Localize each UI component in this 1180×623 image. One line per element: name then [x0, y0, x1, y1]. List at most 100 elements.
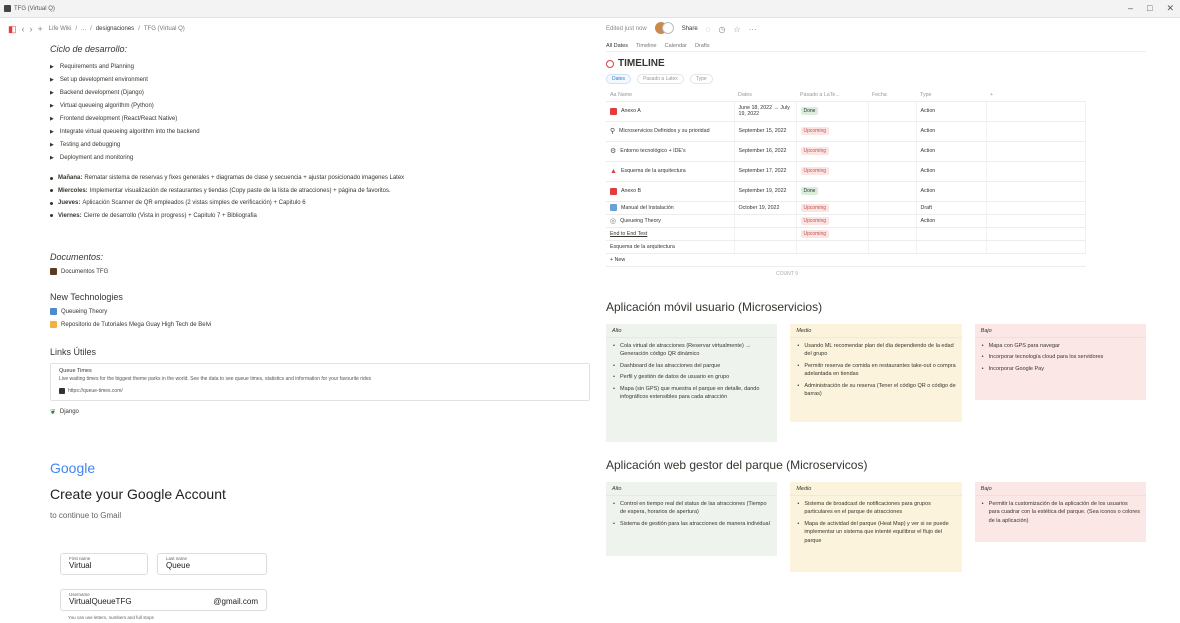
status-badge: Done — [800, 187, 819, 195]
window-controls: – □ ✕ — [1128, 3, 1174, 14]
bookmark-desc: Live waiting times for the biggest theme… — [59, 376, 372, 382]
add-icon[interactable]: + — [38, 24, 43, 34]
toggle-item[interactable]: ▶ Backend development (Django) — [50, 86, 590, 99]
timeline-title: TIMELINE — [606, 58, 1146, 69]
priority-column-alto: Alto Cola virtual de atracciones (Reserv… — [606, 323, 778, 442]
table-row[interactable]: End to End Test Upcoming — [606, 227, 1086, 241]
breadcrumb-item[interactable]: TFG (Virtual Q) — [144, 26, 185, 32]
count-label: COUNT 9 — [776, 270, 798, 277]
list-item: Mapa con GPS para navegar — [981, 342, 1140, 351]
status-badge: Upcoming — [800, 216, 830, 225]
first-name-field[interactable]: First name Virtual — [60, 553, 148, 575]
status-badge: Upcoming — [800, 167, 830, 175]
bookmark-url: https://queue-times.com/ — [68, 388, 123, 394]
toggle-triangle-icon[interactable]: ▶ — [50, 142, 54, 148]
tab-timeline[interactable]: Timeline — [636, 43, 657, 49]
filter-dates[interactable]: Dates — [606, 74, 632, 84]
table-row[interactable]: Anexo A June 18, 2022 → July 19, 2022 Done… — [606, 101, 1086, 122]
table-row[interactable]: Anexo B September 19, 2022 Done Action — [606, 181, 1086, 202]
filter-latex[interactable]: Pasado a Latex — [637, 74, 684, 84]
list-item: Incorporar Google Pay — [981, 365, 1140, 374]
document-icon — [610, 204, 617, 211]
warning-triangle-icon: ▲ — [610, 167, 617, 175]
tab-calendar[interactable]: Calendar — [665, 43, 687, 49]
close-button[interactable]: ✕ — [1166, 3, 1174, 14]
list-item: Viernes: Cierre de desarrollo (Vista in p… — [50, 210, 590, 223]
minimize-button[interactable]: – — [1128, 3, 1133, 14]
gmail-domain: @gmail.com — [213, 597, 258, 606]
tab-drafts[interactable]: Drafts — [695, 43, 710, 49]
toggle-triangle-icon[interactable]: ▶ — [50, 103, 54, 109]
breadcrumb-item[interactable]: ... — [81, 26, 86, 32]
tutorials-repo-link[interactable]: Repositorio de Tutoriales Mega Guay High… — [50, 318, 590, 331]
toggle-item[interactable]: ▶ Testing and debugging — [50, 138, 590, 151]
google-subtitle: to continue to Gmail — [50, 511, 122, 520]
list-item: Miercoles: Implementar visualización de r… — [50, 185, 590, 198]
circle-icon: ◎ — [610, 217, 617, 225]
documentos-link[interactable]: Documentos TFG — [50, 265, 590, 278]
col-name[interactable]: Aa Name — [606, 89, 734, 102]
queueing-theory-link[interactable]: Queueing Theory — [50, 305, 590, 318]
person-icon — [50, 308, 57, 315]
window-title: TFG (Virtual Q) — [14, 5, 55, 12]
breadcrumb-item[interactable]: designaciones — [96, 26, 134, 32]
view-tabs: All Dates Timeline Calendar Drafts — [606, 40, 1146, 52]
table-row[interactable]: ⚙ Entorno tecnológico + IDE's September 16… — [606, 141, 1086, 162]
list-item: Jueves: Aplicación Scanner de QR empleado… — [50, 197, 590, 210]
table-row[interactable]: Esquema de la arquitectura — [606, 240, 1086, 254]
toggle-triangle-icon[interactable]: ▶ — [50, 77, 54, 83]
django-icon: ❦ — [50, 408, 56, 416]
table-row[interactable]: ▲ Esquema de la arquitectura September 17,… — [606, 161, 1086, 182]
toggle-triangle-icon[interactable]: ▶ — [50, 116, 54, 122]
avatar[interactable] — [654, 22, 674, 36]
list-item: Permitir reserva de comida en restaurant… — [796, 362, 955, 379]
last-name-field[interactable]: Last name Queue — [157, 553, 267, 575]
queue-times-bookmark[interactable]: Queue Times Live waiting times for the b… — [50, 363, 590, 401]
new-row-button[interactable]: + New — [606, 253, 1086, 267]
tab-all-dates[interactable]: All Dates — [606, 43, 628, 49]
col-fecha[interactable]: Fecha — [868, 89, 916, 102]
toggle-item[interactable]: ▶ Deployment and monitoring — [50, 151, 590, 164]
status-badge: Upcoming — [800, 147, 830, 155]
username-field[interactable]: Username VirtualQueueTFG @gmail.com — [60, 589, 267, 611]
toggle-triangle-icon[interactable]: ▶ — [50, 90, 54, 96]
topbar: ◧ ‹ › + Life Wiki / ... / designaciones / T… — [0, 18, 1180, 40]
priority-column-medio: Medio Usando ML recomendar plan del día … — [790, 323, 962, 422]
list-item: Usando ML recomendar plan del día depend… — [796, 342, 955, 359]
documentos-title: Documentos: — [50, 252, 104, 262]
toggle-item[interactable]: ▶ Frontend development (React/React Nativ… — [50, 112, 590, 125]
toggle-triangle-icon[interactable]: ▶ — [50, 129, 54, 135]
back-icon[interactable]: ‹ — [22, 24, 25, 34]
django-link[interactable]: ❦ Django — [50, 405, 590, 418]
toggle-item[interactable]: ▶ Integrate virtual queueing algorithm in… — [50, 125, 590, 138]
toggle-triangle-icon[interactable]: ▶ — [50, 64, 54, 70]
right-column: All Dates Timeline Calendar Drafts TIMEL… — [606, 40, 1146, 572]
table-row[interactable]: ◎ Queueing Theory Upcoming Action — [606, 214, 1086, 228]
table-row[interactable]: Manual del Instalación October 19, 2022 Up… — [606, 201, 1086, 215]
maximize-button[interactable]: □ — [1147, 3, 1152, 14]
filter-type[interactable]: Type — [689, 74, 713, 84]
folder-icon — [50, 321, 57, 328]
breadcrumb-item[interactable]: Life Wiki — [49, 26, 72, 32]
status-badge: Done — [800, 107, 819, 115]
nav-controls: ◧ ‹ › + — [8, 24, 43, 35]
gear-icon: ⚙ — [610, 148, 617, 155]
timeline-table: Aa Name Dates Pasado a LaTe... Fecha Typ… — [606, 89, 1086, 267]
col-dates[interactable]: Dates — [734, 89, 796, 102]
favorite-icon[interactable]: ☆ — [733, 25, 740, 34]
share-button[interactable]: Share — [682, 26, 698, 32]
history-icon[interactable]: ◷ — [718, 25, 725, 34]
comments-icon[interactable]: ◌ — [706, 25, 711, 34]
toggle-item[interactable]: ▶ Requirements and Planning — [50, 60, 590, 73]
toggle-item[interactable]: ▶ Set up development environment — [50, 73, 590, 86]
sidebar-toggle-icon[interactable]: ◧ — [8, 24, 17, 35]
toggle-item[interactable]: ▶ Virtual queueing algorithm (Python) — [50, 99, 590, 112]
table-row[interactable]: ⚲ Microservicios Definidos y su prioridad… — [606, 121, 1086, 142]
add-column-button[interactable]: + — [986, 89, 1086, 102]
toggle-triangle-icon[interactable]: ▶ — [50, 155, 54, 161]
col-type[interactable]: Type — [916, 89, 986, 102]
more-icon[interactable]: ··· — [749, 25, 757, 34]
forward-icon[interactable]: › — [30, 24, 33, 34]
col-latex[interactable]: Pasado a LaTe... — [796, 89, 868, 102]
list-item: Sistema de broadcast de notificaciones p… — [796, 500, 955, 517]
